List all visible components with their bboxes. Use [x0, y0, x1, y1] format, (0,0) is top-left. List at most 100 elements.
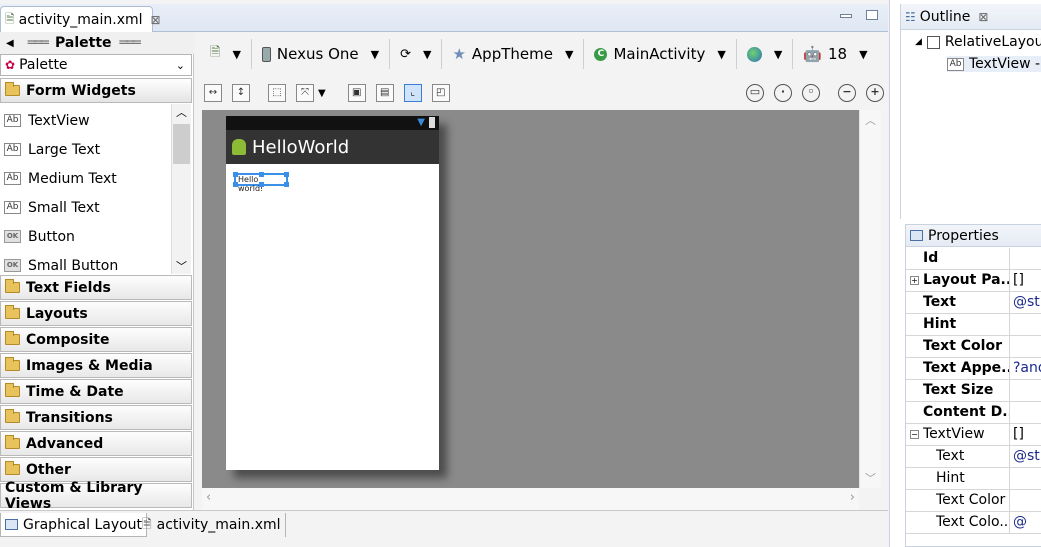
- design-canvas[interactable]: ▼ HelloWorld Hello world!: [202, 110, 859, 488]
- property-value[interactable]: [1010, 468, 1041, 489]
- orientation-dropdown[interactable]: ⟳ ▼: [390, 39, 443, 69]
- outline-panel: ☷ Outline ⊠ ◢ RelativeLayou Ab TextView …: [900, 4, 1041, 219]
- close-icon[interactable]: ⊠: [978, 10, 988, 24]
- property-row[interactable]: Text Color: [906, 490, 1041, 512]
- canvas-horizontal-scrollbar[interactable]: ‹ ›: [202, 488, 859, 510]
- property-value[interactable]: @str: [1010, 292, 1041, 313]
- expand-triangle-icon[interactable]: ◢: [915, 37, 922, 47]
- property-row[interactable]: Text@str: [906, 292, 1041, 314]
- device-dropdown[interactable]: Nexus One ▼: [252, 39, 391, 69]
- theme-dropdown[interactable]: ★ AppTheme ▼: [442, 39, 585, 69]
- resize-handle[interactable]: [284, 182, 289, 187]
- baseline-icon[interactable]: ▣: [347, 84, 366, 102]
- outline-tab[interactable]: ☷ Outline ⊠: [901, 4, 1041, 30]
- resize-handle[interactable]: [233, 182, 238, 187]
- property-value[interactable]: []: [1010, 270, 1041, 291]
- palette-scrollbar[interactable]: ︿ ﹀: [171, 104, 191, 274]
- property-value[interactable]: [1010, 402, 1041, 423]
- property-row[interactable]: Hint: [906, 468, 1041, 490]
- margins-icon[interactable]: ⬚: [268, 84, 286, 102]
- property-row[interactable]: − TextView[]: [906, 424, 1041, 446]
- config-dropdown[interactable]: 🗎 ▼: [200, 39, 252, 69]
- widget-textview[interactable]: Ab TextView: [4, 106, 169, 135]
- property-row[interactable]: Text Appe...?and: [906, 358, 1041, 380]
- property-value[interactable]: []: [1010, 424, 1041, 445]
- scroll-up-icon[interactable]: ︿: [865, 112, 876, 128]
- outline-node-relativelayout[interactable]: ◢ RelativeLayou: [915, 34, 1041, 50]
- widget-large-text[interactable]: Ab Large Text: [4, 135, 169, 164]
- collapse-left-icon[interactable]: ◀: [6, 38, 14, 49]
- resize-handle[interactable]: [259, 182, 264, 187]
- property-value[interactable]: [1010, 314, 1041, 335]
- property-value[interactable]: [1010, 490, 1041, 511]
- category-form-widgets[interactable]: Form Widgets: [0, 78, 192, 103]
- locale-dropdown[interactable]: ▼: [737, 39, 794, 69]
- scroll-down-icon[interactable]: ﹀: [176, 258, 187, 274]
- api-level-label: 18: [827, 45, 848, 63]
- property-value[interactable]: [1010, 380, 1041, 401]
- category-advanced[interactable]: Advanced: [0, 431, 192, 456]
- dropdown-arrow-icon[interactable]: ▼: [318, 88, 326, 99]
- scroll-thumb[interactable]: [173, 124, 190, 164]
- property-row[interactable]: Content D...: [906, 402, 1041, 424]
- property-value[interactable]: @: [1010, 512, 1041, 533]
- category-transitions[interactable]: Transitions: [0, 405, 192, 430]
- category-custom-library-views[interactable]: Custom & Library Views: [0, 480, 192, 512]
- expand-icon[interactable]: +: [910, 276, 919, 285]
- category-layouts[interactable]: Layouts: [0, 301, 192, 326]
- gravity-icon[interactable]: ⤧: [296, 84, 314, 102]
- minimize-button[interactable]: [840, 14, 852, 18]
- editor-tab-activity-main[interactable]: 🗎 activity_main.xml ⊠: [0, 6, 161, 33]
- match-height-icon[interactable]: ↕: [232, 84, 250, 102]
- property-row[interactable]: Hint: [906, 314, 1041, 336]
- api-level-dropdown[interactable]: 🤖 18 ▼: [793, 39, 877, 69]
- outline-node-textview[interactable]: Ab TextView -: [947, 56, 1041, 72]
- category-time-date[interactable]: Time & Date: [0, 379, 192, 404]
- hello-textview[interactable]: Hello world!: [233, 172, 289, 193]
- property-value[interactable]: [1010, 248, 1041, 269]
- device-preview[interactable]: ▼ HelloWorld Hello world!: [226, 116, 439, 470]
- category-text-fields[interactable]: Text Fields: [0, 275, 192, 300]
- scroll-right-icon[interactable]: ›: [850, 490, 855, 505]
- scroll-up-icon[interactable]: ︿: [176, 104, 187, 120]
- property-value[interactable]: ?and: [1010, 358, 1041, 379]
- property-row[interactable]: Text Colo... @: [906, 512, 1041, 534]
- zoom-screen-icon[interactable]: ◦: [802, 84, 820, 102]
- layout-params-icon[interactable]: ◰: [431, 84, 450, 102]
- palette-selector[interactable]: ✿ Palette ⌄: [0, 54, 192, 76]
- property-value[interactable]: [1010, 336, 1041, 357]
- scroll-down-icon[interactable]: ﹀: [865, 470, 876, 486]
- collapse-icon[interactable]: −: [910, 430, 919, 439]
- category-composite[interactable]: Composite: [0, 327, 192, 352]
- category-other[interactable]: Other: [0, 457, 192, 482]
- property-row[interactable]: Text@str: [906, 446, 1041, 468]
- close-icon[interactable]: ⊠: [151, 13, 161, 27]
- activity-dropdown[interactable]: C MainActivity ▼: [584, 39, 737, 69]
- align-parent-icon[interactable]: ⌞: [403, 84, 422, 102]
- zoom-in-icon[interactable]: +: [866, 84, 884, 102]
- zoom-fit-icon[interactable]: ▭: [746, 84, 764, 102]
- property-row[interactable]: + Layout Pa...[]: [906, 270, 1041, 292]
- property-row[interactable]: Text Color: [906, 336, 1041, 358]
- category-label: Time & Date: [26, 383, 124, 400]
- canvas-vertical-scrollbar[interactable]: ︿ ﹀: [859, 110, 881, 488]
- resize-handle[interactable]: [284, 172, 289, 177]
- category-images-media[interactable]: Images & Media: [0, 353, 192, 378]
- resize-handle[interactable]: [259, 172, 264, 177]
- widget-medium-text[interactable]: Ab Medium Text: [4, 164, 169, 193]
- maximize-button[interactable]: [866, 10, 878, 20]
- zoom-actual-icon[interactable]: ·: [774, 84, 792, 102]
- property-value[interactable]: @str: [1010, 446, 1041, 467]
- match-width-icon[interactable]: ↔: [204, 84, 222, 102]
- zoom-out-icon[interactable]: −: [838, 84, 856, 102]
- property-row[interactable]: Id: [906, 248, 1041, 270]
- tab-xml-source[interactable]: 🗎 activity_main.xml: [138, 513, 286, 537]
- widget-small-text[interactable]: Ab Small Text: [4, 193, 169, 222]
- tab-graphical-layout[interactable]: Graphical Layout: [0, 513, 148, 537]
- property-row[interactable]: Text Size: [906, 380, 1041, 402]
- center-icon[interactable]: ▤: [375, 84, 394, 102]
- resize-handle[interactable]: [233, 172, 238, 177]
- widget-button[interactable]: OK Button: [4, 222, 169, 251]
- scroll-left-icon[interactable]: ‹: [206, 490, 211, 505]
- properties-tab[interactable]: Properties: [906, 225, 1041, 247]
